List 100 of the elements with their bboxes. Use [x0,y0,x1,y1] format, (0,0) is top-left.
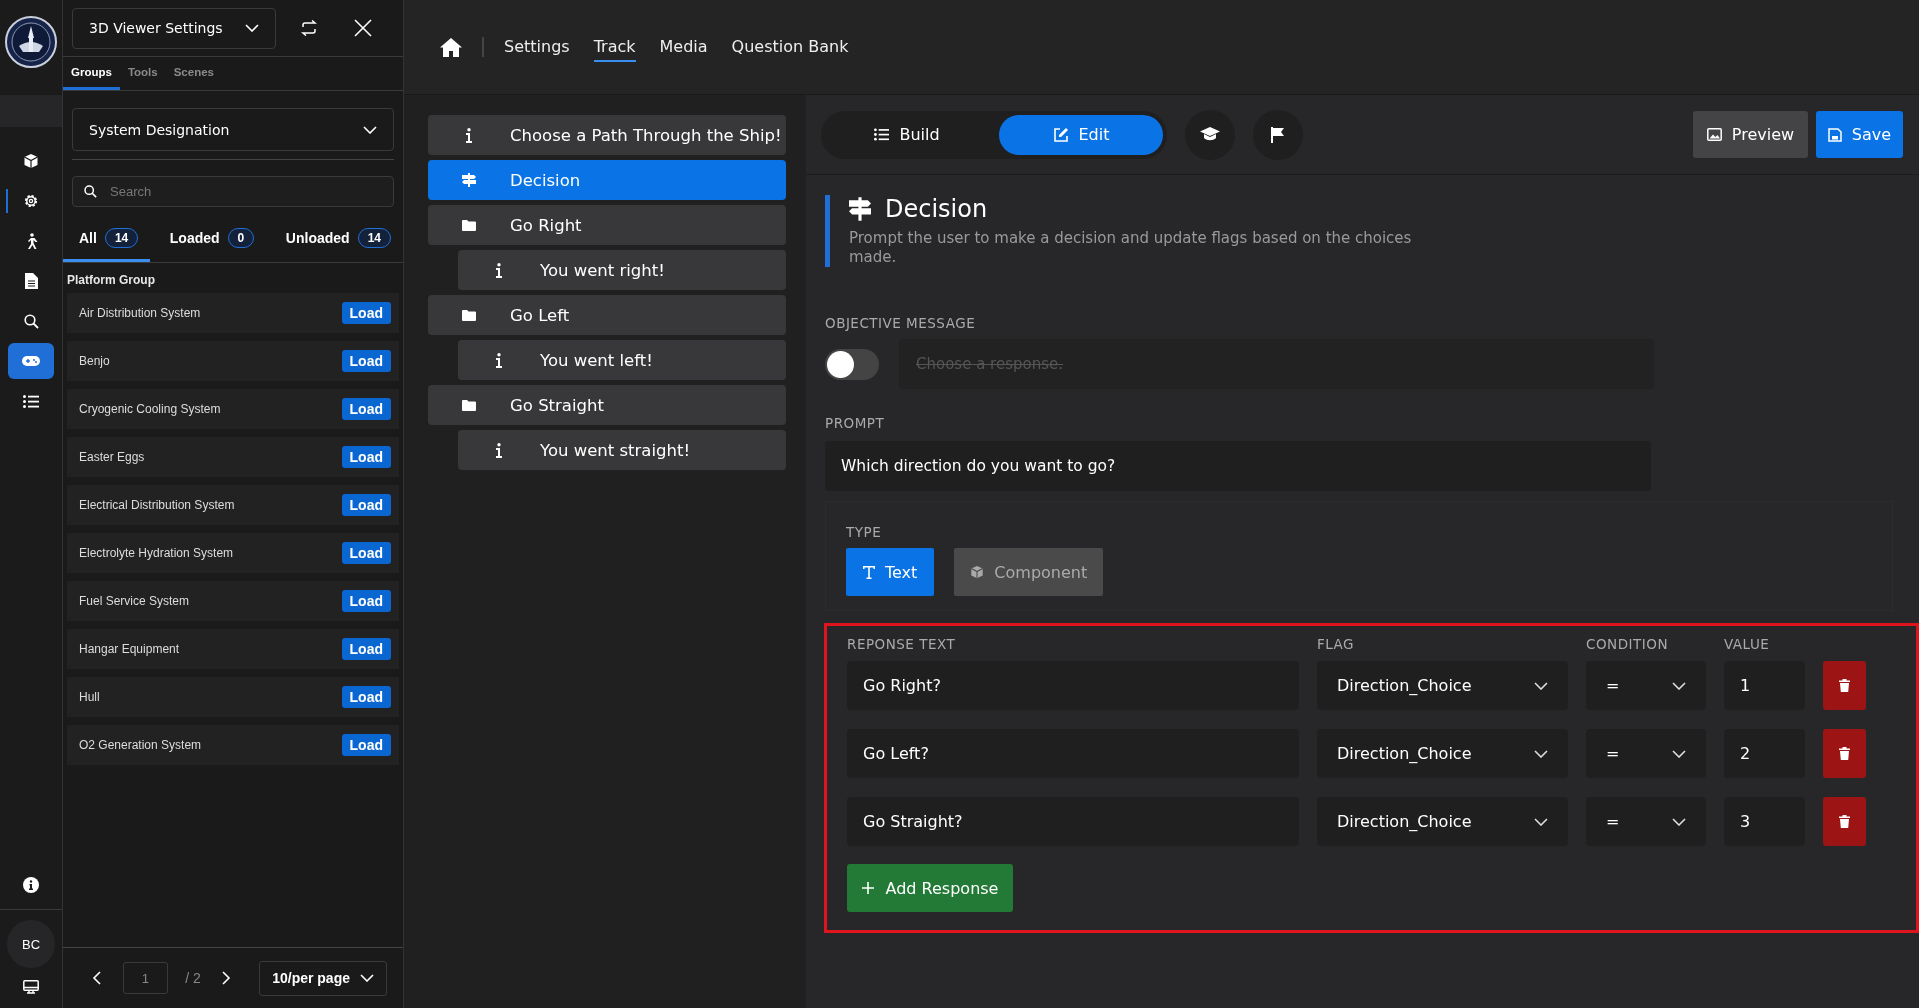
search-icon [23,313,39,329]
mode-button[interactable]: Build [825,114,989,155]
tree-item[interactable]: You went straight! [458,430,786,470]
trash-icon [1839,815,1850,828]
load-button[interactable]: Load [341,590,391,612]
load-button[interactable]: Load [341,542,391,564]
type-option[interactable]: Text [846,548,935,596]
save-button[interactable]: Save [1816,111,1903,158]
mode-button[interactable]: Edit [999,114,1163,155]
group-name: Air Distribution System [79,306,201,320]
add-response-button[interactable]: Add Response [847,864,1013,912]
tree-item[interactable]: Decision [428,160,786,200]
list-icon [874,128,890,141]
filter-tab[interactable]: Unloaded 14 [269,217,403,262]
page-input[interactable]: 1 [122,962,168,994]
count-badge: 14 [357,228,391,248]
signpost-icon [849,197,871,221]
flag-icon[interactable] [1253,109,1303,160]
group-name: Electrolyte Hydration System [79,546,234,560]
search-icon [84,185,97,198]
flag-dropdown[interactable]: Direction_Choice [1317,797,1568,846]
home-icon[interactable] [440,37,462,57]
nav-tab[interactable]: Track [593,32,636,62]
load-button[interactable]: Load [341,734,391,756]
info-icon [23,877,39,893]
value-field[interactable]: 3 [1724,797,1805,846]
prompt-field[interactable]: Which direction do you want to go? [825,441,1651,491]
rail-item[interactable] [8,343,54,379]
sidebar-tab[interactable]: Scenes [165,57,222,90]
block-title: Decision [885,195,988,223]
condition-dropdown[interactable]: = [1586,661,1706,710]
system-designation-dropdown[interactable]: System Designation [72,108,394,151]
response-text-field[interactable]: Go Straight? [847,797,1299,846]
logo-icon [5,16,57,68]
response-text-field[interactable]: Go Right? [847,661,1299,710]
type-option[interactable]: Component [954,548,1104,596]
folder-icon [462,219,476,231]
cube-icon [970,565,985,579]
load-button[interactable]: Load [341,350,391,372]
sidebar-tab[interactable]: Tools [119,57,166,90]
chevron-down-icon [1672,817,1686,826]
info-icon [496,442,502,458]
filter-tab[interactable]: Loaded 0 [153,217,267,262]
field-label: OBJECTIVE MESSAGE [825,315,977,331]
tree-item[interactable]: Choose a Path Through the Ship! [428,115,786,155]
load-button[interactable]: Load [341,494,391,516]
tree-item[interactable]: Go Straight [428,385,786,425]
chevron-down-icon [1672,749,1686,758]
group-name: O2 Generation System [79,738,202,752]
condition-dropdown[interactable]: = [1586,729,1706,778]
load-button[interactable]: Load [341,686,391,708]
monitor-icon [23,980,39,994]
info-icon [496,352,502,368]
edit-icon [1052,126,1069,143]
folder-icon [462,399,476,411]
delete-button[interactable] [1823,661,1866,710]
tree-item[interactable]: You went right! [458,250,786,290]
load-button[interactable]: Load [341,446,391,468]
info-icon [466,127,472,143]
sidebar-tab[interactable]: Groups [63,57,120,90]
filter-tab[interactable]: All 14 [63,217,151,262]
group-name: Cryogenic Cooling System [79,402,221,416]
trash-icon [1839,747,1850,760]
nav-tab[interactable]: Media [659,32,708,62]
group-name: Benjo [79,354,110,368]
value-field[interactable]: 2 [1724,729,1805,778]
group-name: Fuel Service System [79,594,190,608]
signpost-icon [462,173,476,187]
delete-button[interactable] [1823,729,1866,778]
tree-item[interactable]: Go Left [428,295,786,335]
list-icon [23,394,39,408]
delete-button[interactable] [1823,797,1866,846]
load-button[interactable]: Load [341,638,391,660]
nav-tab[interactable]: Settings [504,32,570,62]
graduation-cap-icon[interactable] [1185,109,1235,160]
field-label: TYPE [846,524,883,540]
nav-tab[interactable]: Question Bank [731,32,849,62]
column-header: CONDITION [1586,636,1669,652]
group-label: Platform Group [66,272,156,289]
tree-item[interactable]: You went left! [458,340,786,380]
flag-dropdown[interactable]: Direction_Choice [1317,661,1568,710]
value-field[interactable]: 1 [1724,661,1805,710]
viewer-settings-dropdown[interactable]: 3D Viewer Settings [72,7,276,49]
trash-icon [1839,679,1850,692]
preview-button[interactable]: Preview [1693,111,1808,158]
gamepad-icon [22,355,40,367]
tree-item[interactable]: Go Right [428,205,786,245]
load-button[interactable]: Load [341,302,391,324]
group-name: Hull [79,690,100,704]
group-name: Hangar Equipment [79,642,180,656]
search-field[interactable]: Search [72,176,394,207]
condition-dropdown[interactable]: = [1586,797,1706,846]
per-page-dropdown[interactable]: 10/per page [259,960,387,996]
user-avatar[interactable]: BC [7,920,55,968]
page-total: / 2 [184,970,202,986]
folder-icon [462,309,476,321]
load-button[interactable]: Load [341,398,391,420]
flag-dropdown[interactable]: Direction_Choice [1317,729,1568,778]
response-text-field[interactable]: Go Left? [847,729,1299,778]
count-badge: 0 [227,228,255,248]
